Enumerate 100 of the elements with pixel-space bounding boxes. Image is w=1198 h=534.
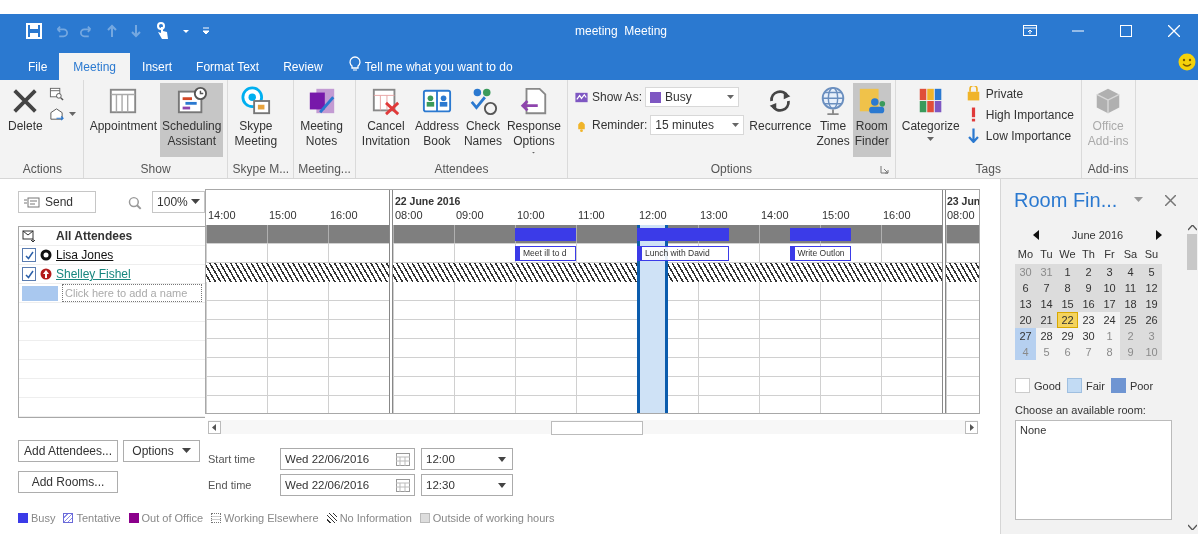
ribbon-button[interactable]: Time Zones [814,83,852,157]
caret-icon [181,448,191,454]
save-icon[interactable] [26,22,42,39]
scroll-left-icon[interactable] [208,420,221,434]
ribbon-tab[interactable]: Format Text [184,53,272,80]
calendar-day[interactable]: 23 [1078,312,1099,328]
ribbon-tab[interactable]: Meeting [59,53,131,80]
calendar-day[interactable]: 26 [1141,312,1162,328]
add-attendees-button[interactable]: Add Attendees... [18,440,118,462]
options-button[interactable]: Options [123,440,200,462]
ribbon-button[interactable]: Categorize [899,83,962,157]
previous-month-icon[interactable] [1033,230,1040,240]
calendar-day[interactable]: 13 [1015,296,1036,312]
send-icon [24,196,40,208]
add-name-field[interactable]: Click here to add a name [62,284,202,302]
touch-icon[interactable] [154,21,170,40]
calendar-day[interactable]: 18 [1120,296,1141,312]
calendar-day[interactable]: 6 [1015,280,1036,296]
calendar-day[interactable]: 19 [1141,296,1162,312]
calendar-search-icon [48,86,64,101]
calendar-icon[interactable] [396,478,410,492]
scroll-up-icon[interactable] [1187,225,1197,231]
ribbon-button[interactable]: Meeting Notes [298,83,345,157]
attendee-name[interactable]: Lisa Jones [56,248,114,262]
calendar-day[interactable]: 28 [1036,328,1057,344]
horizontal-scrollbar[interactable] [208,420,978,434]
ribbon-tab[interactable]: File [16,53,60,80]
calendar-day[interactable]: 21 [1036,312,1057,328]
event-block[interactable]: Write Outlon [789,246,851,261]
calendar-day[interactable]: 11 [1120,280,1141,296]
calendar-day[interactable]: 10 [1099,280,1120,296]
ribbon-button[interactable]: Recurrence [747,83,814,157]
ribbon-tab[interactable]: Insert [130,53,185,80]
calendar-day[interactable]: 8 [1057,280,1078,296]
ribbon-button[interactable]: Appointment [87,83,160,157]
checkbox[interactable] [22,248,36,262]
add-rooms-button[interactable]: Add Rooms... [18,471,118,493]
envelope-icon[interactable] [22,229,36,243]
calendar-day[interactable]: 7 [1036,280,1057,296]
tell-me-field[interactable]: Tell me what you want to do [364,53,565,80]
ribbon-tab[interactable]: Review [271,53,335,80]
ribbon-button[interactable]: Room Finder [852,83,891,157]
calendar-day[interactable]: 20 [1015,312,1036,328]
zoom-dropdown[interactable]: 100% [152,191,205,213]
calendar-day[interactable]: 30 [1078,328,1099,344]
event-block[interactable]: Meet ill to d [515,246,576,261]
ribbon-button[interactable]: Check Names [461,83,504,157]
legend-swatch [419,513,430,523]
caret-icon[interactable] [1134,197,1143,203]
event-block[interactable]: Lunch with David [637,246,729,261]
calendar-day[interactable]: 22 [1057,312,1078,328]
date-field[interactable]: Wed 22/06/2016 [280,474,415,496]
dropdown-field[interactable]: Busy [645,87,739,107]
time-dropdown[interactable]: 12:00 [421,448,513,470]
calendar-day[interactable]: 25 [1120,312,1141,328]
ribbon-button[interactable]: Address Book [412,83,461,157]
calendar-day[interactable]: 4 [1120,264,1141,280]
scroll-thumb[interactable] [1187,234,1197,270]
dropdown-field[interactable]: 15 minutes [650,115,745,135]
close-icon [1168,24,1180,37]
ribbon-button[interactable]: Skype Meeting [232,83,280,157]
dialog-launcher-icon[interactable] [879,165,889,174]
room-item[interactable]: None [1020,424,1167,436]
calendar-day[interactable]: 17 [1099,296,1120,312]
ribbon-button[interactable]: High Importance [962,106,1077,123]
close-icon[interactable] [1165,194,1176,206]
calendar-day[interactable]: 1 [1057,264,1078,280]
ribbon-button[interactable]: Response Options [504,83,563,157]
scroll-right-icon[interactable] [965,420,978,434]
calendar-day[interactable]: 24 [1099,312,1120,328]
ribbon-button[interactable]: Private [962,85,1077,102]
send-button[interactable]: Send [18,191,97,213]
scroll-thumb[interactable] [551,420,643,435]
calendar-day[interactable]: 2 [1078,264,1099,280]
weekday-label: Th [1081,248,1096,262]
room-list[interactable]: None [1015,420,1172,520]
ribbon-button[interactable]: Scheduling Assistant [160,83,224,157]
calendar-day[interactable]: 9 [1078,280,1099,296]
scroll-down-icon[interactable] [1187,524,1197,530]
ribbon-button[interactable]: Low Importance [962,127,1077,144]
smiley-icon[interactable] [1178,53,1196,71]
calendar-icon[interactable] [396,452,410,466]
search-icon[interactable] [128,196,143,210]
hour-label: 09:00 [456,209,484,221]
calendar-day[interactable]: 5 [1141,264,1162,280]
ribbon-button[interactable]: Delete [6,83,45,157]
attendee-name[interactable]: Shelley Fishel [56,267,131,281]
calendar-day[interactable]: 16 [1078,296,1099,312]
date-field[interactable]: Wed 22/06/2016 [280,448,415,470]
customize-icon[interactable] [202,25,210,36]
time-dropdown[interactable]: 12:30 [421,474,513,496]
ribbon-button[interactable]: Cancel Invitation [359,83,412,157]
calendar-day[interactable]: 12 [1141,280,1162,296]
calendar-day[interactable]: 15 [1057,296,1078,312]
checkbox[interactable] [22,267,36,281]
next-month-icon[interactable] [1155,230,1162,240]
calendar-day[interactable]: 14 [1036,296,1057,312]
calendar-day[interactable]: 29 [1057,328,1078,344]
calendar-day[interactable]: 27 [1015,328,1036,344]
calendar-day[interactable]: 3 [1099,264,1120,280]
